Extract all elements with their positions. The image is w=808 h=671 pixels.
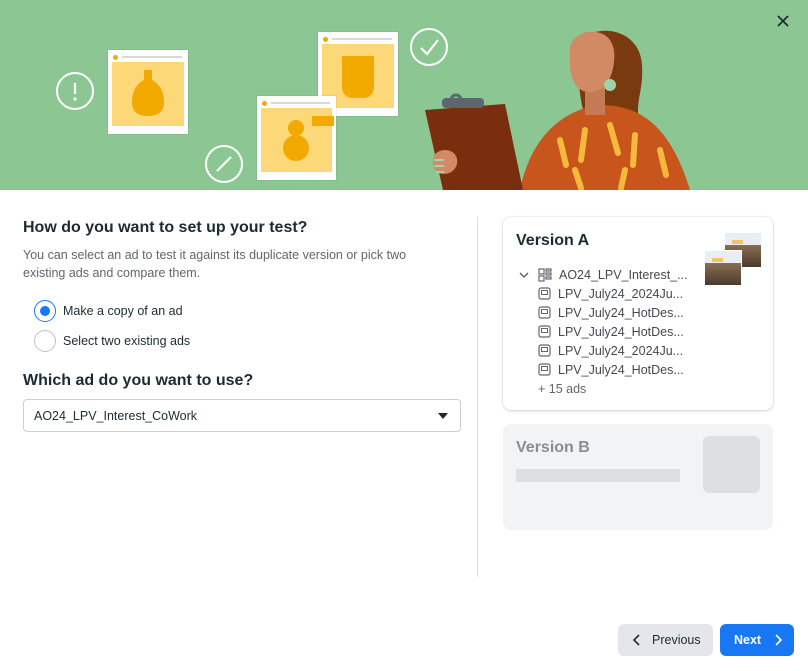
ad-name: LPV_July24_2024Ju... bbox=[558, 286, 684, 301]
ad-icon bbox=[538, 306, 551, 319]
option-select-two-label: Select two existing ads bbox=[63, 334, 191, 348]
ad-set-icon bbox=[538, 267, 552, 282]
ad-name: LPV_July24_HotDes... bbox=[558, 324, 684, 339]
ab-test-dialog: How do you want to set up your test? You… bbox=[0, 0, 808, 671]
more-ads-count: + 15 ads bbox=[538, 381, 587, 396]
version-b-placeholder-line bbox=[516, 469, 680, 482]
person-with-clipboard-illustration bbox=[425, 30, 690, 190]
ad-select-dropdown[interactable]: AO24_LPV_Interest_CoWork bbox=[23, 399, 461, 432]
ad-icon bbox=[538, 287, 551, 300]
version-b-placeholder-thumbnail bbox=[703, 436, 760, 493]
next-button[interactable]: Next bbox=[720, 624, 794, 656]
next-label: Next bbox=[734, 633, 762, 647]
ad-tree: AO24_LPV_Interest_... LPV_July24_2024Ju.… bbox=[518, 265, 688, 398]
ad-thumbnail bbox=[704, 250, 742, 286]
campaign-row[interactable]: AO24_LPV_Interest_... bbox=[518, 265, 688, 284]
setup-description: You can select an ad to test it against … bbox=[23, 248, 407, 280]
version-a-title: Version A bbox=[516, 232, 590, 249]
ad-card-vase-illustration bbox=[108, 50, 188, 134]
version-b-title: Version B bbox=[516, 439, 590, 456]
caret-down-icon bbox=[438, 413, 448, 419]
hero-illustration bbox=[0, 0, 808, 190]
campaign-name: AO24_LPV_Interest_... bbox=[559, 267, 688, 282]
ad-row: LPV_July24_HotDes... bbox=[518, 303, 688, 322]
previous-button[interactable]: Previous bbox=[618, 624, 713, 656]
ad-select-title: Which ad do you want to use? bbox=[23, 372, 254, 389]
radio-select-two[interactable] bbox=[34, 330, 56, 352]
chevron-right-icon bbox=[775, 634, 783, 646]
chevron-down-icon[interactable] bbox=[518, 269, 530, 281]
dialog-body: How do you want to set up your test? You… bbox=[0, 190, 808, 671]
radio-make-copy[interactable] bbox=[34, 300, 56, 322]
ad-name: LPV_July24_2024Ju... bbox=[558, 343, 684, 358]
close-button[interactable] bbox=[772, 10, 794, 32]
previous-label: Previous bbox=[652, 633, 701, 647]
chevron-left-icon bbox=[632, 634, 640, 646]
ad-card-connector bbox=[312, 116, 334, 126]
ad-select-value: AO24_LPV_Interest_CoWork bbox=[34, 408, 198, 423]
version-b-card: Version B bbox=[503, 424, 773, 530]
option-make-copy[interactable]: Make a copy of an ad bbox=[34, 300, 183, 322]
version-a-thumbnails bbox=[704, 230, 762, 288]
ad-name: LPV_July24_HotDes... bbox=[558, 305, 684, 320]
version-a-card: Version A AO24_LPV_Interest_... LPV_July… bbox=[503, 217, 773, 410]
ad-icon bbox=[538, 363, 551, 376]
alert-circle-icon bbox=[56, 72, 94, 110]
blocked-circle-icon bbox=[205, 145, 243, 183]
vertical-divider bbox=[477, 217, 478, 577]
ad-icon bbox=[538, 325, 551, 338]
option-make-copy-label: Make a copy of an ad bbox=[63, 304, 183, 318]
ad-row: LPV_July24_2024Ju... bbox=[518, 341, 688, 360]
ad-row: LPV_July24_2024Ju... bbox=[518, 284, 688, 303]
ad-name: LPV_July24_HotDes... bbox=[558, 362, 684, 377]
ad-row: LPV_July24_HotDes... bbox=[518, 360, 688, 379]
ad-card-gourd-illustration bbox=[257, 96, 336, 180]
close-icon bbox=[777, 15, 789, 27]
ad-icon bbox=[538, 344, 551, 357]
option-select-two[interactable]: Select two existing ads bbox=[34, 330, 190, 352]
setup-title: How do you want to set up your test? bbox=[23, 219, 308, 236]
ad-row: LPV_July24_HotDes... bbox=[518, 322, 688, 341]
